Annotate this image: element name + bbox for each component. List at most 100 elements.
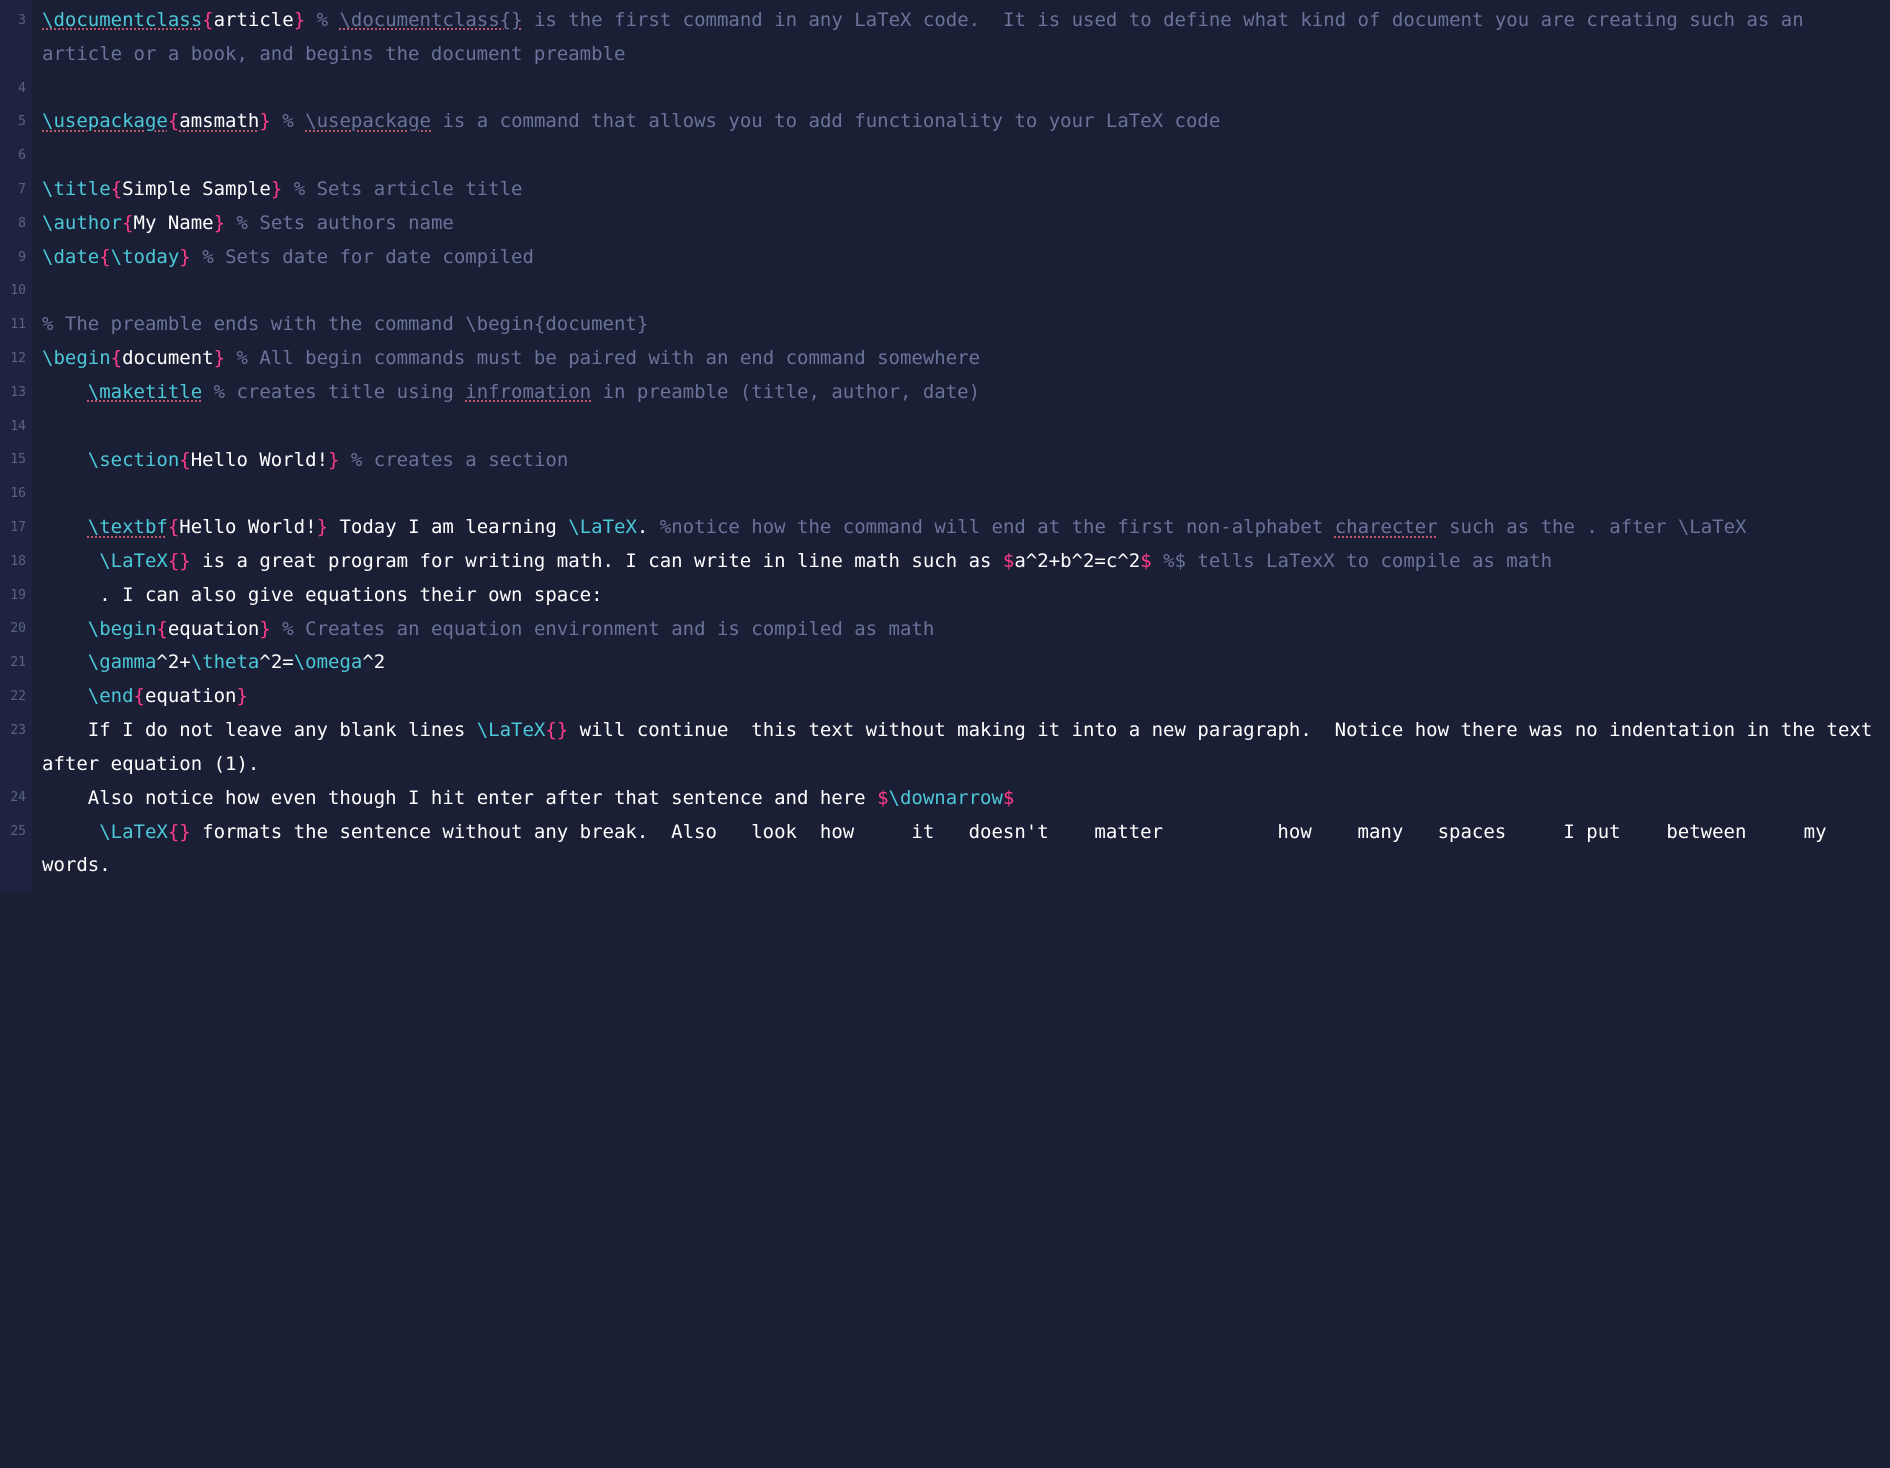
token-brace: }: [237, 685, 248, 707]
code-line[interactable]: If I do not leave any blank lines \LaTeX…: [42, 714, 1882, 782]
line-number: 5: [0, 105, 32, 139]
token-brace: }: [328, 449, 339, 471]
token-com: % Sets article title: [294, 178, 523, 200]
token-com: % Sets authors name: [237, 212, 454, 234]
code-editor-content[interactable]: \documentclass{article} % \documentclass…: [32, 0, 1890, 891]
token-txt: [202, 381, 213, 403]
line-number: 9: [0, 241, 32, 275]
token-com: charecter: [1335, 516, 1438, 538]
token-arg: Hello World!: [191, 449, 328, 471]
token-brace: }: [214, 212, 225, 234]
code-line[interactable]: \textbf{Hello World!} Today I am learnin…: [42, 511, 1882, 545]
line-number: 19: [0, 579, 32, 613]
token-math: ^2+: [156, 651, 190, 673]
token-brace: }: [317, 516, 328, 538]
token-txt: [1152, 550, 1163, 572]
line-number: 12: [0, 342, 32, 376]
token-com: % creates title using: [214, 381, 466, 403]
token-arg: amsmath: [179, 110, 259, 132]
code-line[interactable]: \gamma^2+\theta^2=\omega^2: [42, 646, 1882, 680]
code-line[interactable]: Also notice how even though I hit enter …: [42, 782, 1882, 816]
token-txt: is a great program for writing math. I c…: [191, 550, 1003, 572]
token-brace: {}: [168, 550, 191, 572]
code-line[interactable]: \title{Simple Sample} % Sets article tit…: [42, 173, 1882, 207]
token-txt: [225, 212, 236, 234]
line-number: 25: [0, 815, 32, 849]
code-line[interactable]: [42, 477, 1882, 511]
token-cmd: \maketitle: [88, 381, 202, 403]
token-arg: document: [122, 347, 214, 369]
line-number: 21: [0, 646, 32, 680]
token-arg: Hello World!: [179, 516, 316, 538]
token-cmd: \begin: [88, 618, 157, 640]
token-com: in preamble (title, author, date): [591, 381, 980, 403]
code-line[interactable]: \author{My Name} % Sets authors name: [42, 207, 1882, 241]
token-brace: {: [111, 347, 122, 369]
token-arg: equation: [168, 618, 260, 640]
token-txt: [271, 110, 282, 132]
code-line[interactable]: \usepackage{amsmath} % \usepackage is a …: [42, 105, 1882, 139]
code-line[interactable]: \begin{equation} % Creates an equation e…: [42, 613, 1882, 647]
token-brace: {: [168, 110, 179, 132]
token-txt: If I do not leave any blank lines: [88, 719, 477, 741]
line-number: [0, 38, 32, 72]
line-number: 24: [0, 781, 32, 815]
code-line[interactable]: \end{equation}: [42, 680, 1882, 714]
token-com: % Creates an equation environment and is…: [282, 618, 934, 640]
token-dollar: $: [877, 787, 888, 809]
token-brace: }: [259, 110, 270, 132]
token-txt: formats the sentence without any break. …: [42, 821, 1872, 877]
line-number: 7: [0, 173, 32, 207]
line-number: [0, 748, 32, 782]
code-line[interactable]: [42, 410, 1882, 444]
line-number: [0, 849, 32, 883]
code-line[interactable]: \LaTeX{} formats the sentence without an…: [42, 816, 1882, 884]
token-cmd: \date: [42, 246, 99, 268]
token-cmd: \title: [42, 178, 111, 200]
token-com: such as the . after \LaTeX: [1438, 516, 1747, 538]
line-number: 4: [0, 72, 32, 106]
line-number: 23: [0, 714, 32, 748]
token-brace: {: [111, 178, 122, 200]
token-txt: [271, 618, 282, 640]
token-com: %$ tells LaTexX to compile as math: [1163, 550, 1552, 572]
code-line[interactable]: [42, 275, 1882, 309]
code-line[interactable]: [42, 139, 1882, 173]
token-brace: {: [179, 449, 190, 471]
code-line[interactable]: % The preamble ends with the command \be…: [42, 308, 1882, 342]
token-cmd: \end: [88, 685, 134, 707]
token-com: %: [282, 110, 305, 132]
line-number: 3: [0, 4, 32, 38]
code-line[interactable]: \LaTeX{} is a great program for writing …: [42, 545, 1882, 579]
token-dollar: $: [1003, 550, 1014, 572]
token-arg: Simple Sample: [122, 178, 271, 200]
token-math: a^2+b^2=c^2: [1014, 550, 1140, 572]
token-brace: {: [156, 618, 167, 640]
code-line[interactable]: \begin{document} % All begin commands mu…: [42, 342, 1882, 376]
token-txt: [305, 9, 316, 31]
code-line[interactable]: \date{\today} % Sets date for date compi…: [42, 241, 1882, 275]
token-math: ^2: [362, 651, 385, 673]
token-mcmd: \omega: [294, 651, 363, 673]
token-com: is a command that allows you to add func…: [431, 110, 1220, 132]
token-dollar: $: [1140, 550, 1151, 572]
line-number: 15: [0, 443, 32, 477]
line-number: 10: [0, 274, 32, 308]
code-line[interactable]: \maketitle % creates title using infroma…: [42, 376, 1882, 410]
token-brace: }: [259, 618, 270, 640]
token-com: %: [317, 9, 340, 31]
token-com: % Sets date for date compiled: [202, 246, 534, 268]
token-txt: [282, 178, 293, 200]
line-number: 18: [0, 545, 32, 579]
line-number-gutter: 345678910111213141516171819202122232425: [0, 0, 32, 891]
code-line[interactable]: . I can also give equations their own sp…: [42, 579, 1882, 613]
token-brace: }: [179, 246, 190, 268]
code-line[interactable]: \section{Hello World!} % creates a secti…: [42, 444, 1882, 478]
code-line[interactable]: \documentclass{article} % \documentclass…: [42, 4, 1882, 72]
line-number: 8: [0, 207, 32, 241]
token-com: \documentclass{}: [339, 9, 522, 31]
code-line[interactable]: [42, 72, 1882, 106]
token-brace: {}: [545, 719, 568, 741]
token-math: ^2=: [259, 651, 293, 673]
token-cmd: \author: [42, 212, 122, 234]
